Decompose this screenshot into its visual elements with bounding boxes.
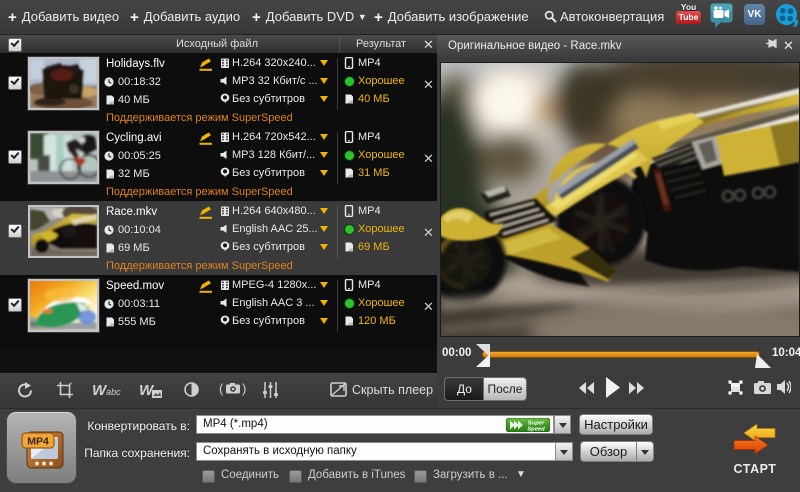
svg-text:MP4: MP4	[27, 436, 49, 448]
svg-text:Speed: Speed	[527, 427, 545, 433]
